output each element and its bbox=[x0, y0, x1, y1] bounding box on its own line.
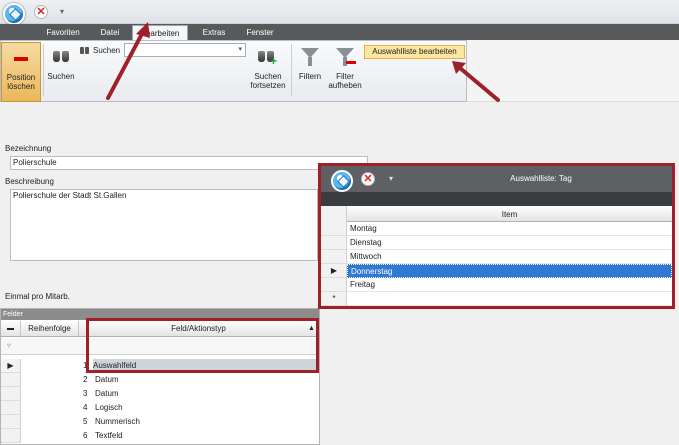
table-cell-type[interactable]: Datum bbox=[95, 387, 119, 401]
current-row-marker[interactable]: ▶ bbox=[321, 264, 347, 278]
list-item[interactable]: Freitag bbox=[347, 278, 672, 292]
remove-icon bbox=[346, 61, 356, 64]
row-selector[interactable] bbox=[321, 236, 347, 250]
annotation-box bbox=[86, 318, 319, 373]
table-cell-type[interactable]: Datum bbox=[95, 373, 119, 387]
table-cell-order: 5 bbox=[83, 417, 88, 426]
bezeichnung-field[interactable]: Polierschule bbox=[10, 156, 368, 170]
suchen-label: Suchen bbox=[47, 72, 75, 81]
funnel-icon bbox=[301, 48, 319, 66]
filter-aufheben-button[interactable]: Filter aufheben bbox=[328, 44, 362, 92]
tab-bearbeiten[interactable]: Bearbeiten bbox=[132, 25, 188, 40]
delete-bar-icon bbox=[14, 57, 28, 61]
title-bar: ✕ ▾ bbox=[0, 0, 679, 25]
position-loeschen-label: Position löschen bbox=[6, 73, 36, 91]
beschreibung-field[interactable]: Polierschule der Stadt St.Gallen bbox=[10, 189, 318, 261]
row-selector[interactable] bbox=[1, 415, 21, 429]
table-cell-type[interactable]: Textfeld bbox=[95, 429, 123, 443]
table-cell-type[interactable]: Nummerisch bbox=[95, 415, 140, 429]
row-selector[interactable] bbox=[321, 278, 347, 292]
binoculars-icon bbox=[80, 45, 90, 55]
search-combobox[interactable]: ▾ bbox=[124, 43, 246, 57]
suchen-small-label: Suchen bbox=[93, 46, 121, 55]
app-cube-icon[interactable] bbox=[331, 170, 353, 192]
list-item[interactable]: Dienstag bbox=[347, 236, 672, 250]
table-cell-type[interactable]: Logisch bbox=[95, 401, 123, 415]
filter-aufheben-label: Filter aufheben bbox=[328, 72, 362, 90]
close-x-icon[interactable]: ✕ bbox=[34, 5, 48, 19]
row-selector[interactable] bbox=[1, 373, 21, 387]
tab-extras[interactable]: Extras bbox=[196, 25, 232, 40]
tab-datei[interactable]: Datei bbox=[92, 25, 128, 40]
binoculars-icon: + bbox=[258, 48, 277, 67]
suchen-button[interactable]: Suchen bbox=[44, 44, 78, 88]
tab-fenster[interactable]: Fenster bbox=[240, 25, 280, 40]
tab-favoriten[interactable]: Favoriten bbox=[40, 25, 86, 40]
chevron-down-icon: ▾ bbox=[238, 46, 242, 53]
quick-access-dropdown-icon[interactable]: ▾ bbox=[389, 174, 393, 183]
bezeichnung-label: Bezeichnung bbox=[5, 144, 52, 153]
ribbon-tab-strip: Favoriten Datei Bearbeiten Extras Fenste… bbox=[0, 24, 679, 40]
ribbon-separator bbox=[291, 44, 292, 96]
binoculars-icon bbox=[53, 48, 71, 64]
list-item[interactable]: Mittwoch bbox=[347, 250, 672, 264]
table-cell-order: 6 bbox=[83, 431, 88, 440]
funnel-icon bbox=[336, 48, 354, 66]
ribbon-empty-area bbox=[467, 40, 679, 102]
row-selector[interactable] bbox=[1, 387, 21, 401]
filtern-label: Filtern bbox=[298, 72, 322, 81]
list-item[interactable]: Montag bbox=[347, 222, 672, 236]
filter-icon: ▿ bbox=[7, 341, 12, 350]
suchen-small-button[interactable]: Suchen bbox=[78, 44, 124, 58]
einmal-pro-mitarb-label: Einmal pro Mitarb. bbox=[5, 292, 70, 301]
column-reihenfolge[interactable]: Reihenfolge bbox=[21, 321, 79, 337]
suchen-fortsetzen-label: Suchen fortsetzen bbox=[250, 72, 286, 90]
column-item[interactable]: Item bbox=[347, 207, 672, 222]
window-title: Auswahlliste: Tag bbox=[510, 174, 572, 183]
row-selector[interactable] bbox=[321, 222, 347, 236]
quick-access-dropdown-icon[interactable]: ▾ bbox=[60, 7, 64, 16]
new-row-marker[interactable]: * bbox=[321, 292, 347, 306]
collapse-icon[interactable] bbox=[1, 321, 21, 337]
auswahlliste-bearbeiten-button[interactable]: Auswahlliste bearbeiten bbox=[364, 45, 465, 59]
row-selector[interactable] bbox=[1, 429, 21, 443]
new-row[interactable] bbox=[347, 292, 672, 306]
window-title-bar: ✕ ▾ Auswahlliste: Tag bbox=[321, 166, 672, 192]
table-cell-order: 3 bbox=[83, 389, 88, 398]
position-loeschen-button[interactable]: Position löschen bbox=[1, 42, 41, 102]
window-toolbar bbox=[321, 192, 672, 206]
filtern-button[interactable]: Filtern bbox=[293, 44, 327, 88]
auswahlliste-window: ✕ ▾ Auswahlliste: Tag Item Montag Dienst… bbox=[318, 163, 675, 309]
table-cell-order: 2 bbox=[83, 375, 88, 384]
beschreibung-label: Beschreibung bbox=[5, 177, 54, 186]
app-cube-icon[interactable] bbox=[3, 3, 25, 25]
current-row-marker[interactable]: ▶ bbox=[1, 359, 21, 373]
list-item-selected[interactable]: Donnerstag bbox=[347, 264, 672, 278]
table-cell-order: 4 bbox=[83, 403, 88, 412]
close-x-icon[interactable]: ✕ bbox=[361, 172, 375, 186]
row-selector[interactable] bbox=[321, 250, 347, 264]
row-selector[interactable] bbox=[1, 401, 21, 415]
suchen-fortsetzen-button[interactable]: + Suchen fortsetzen bbox=[246, 44, 290, 92]
